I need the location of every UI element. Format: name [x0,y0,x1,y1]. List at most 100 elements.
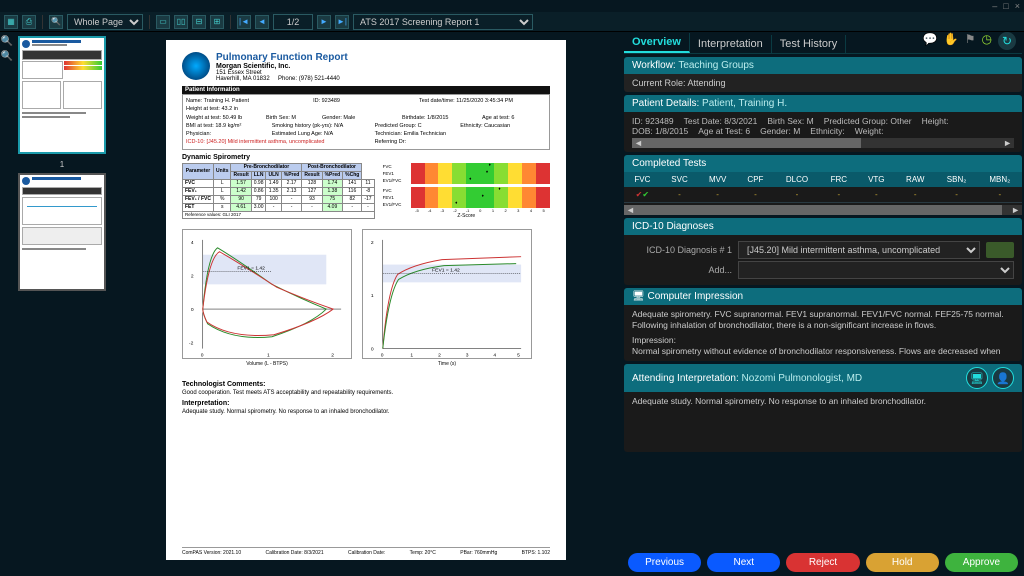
reject-button[interactable]: Reject [786,553,859,572]
previous-button[interactable]: Previous [628,553,701,572]
report-page-1: Pulmonary Function Report Morgan Scienti… [166,40,566,560]
report-org: Morgan Scientific, Inc. [216,63,348,70]
interpretation-text: Adequate study. Normal spirometry. No re… [182,409,550,415]
icd-add-label: Add... [632,265,732,275]
last-page-icon[interactable]: ►| [335,15,349,29]
interpretation-header: Interpretation: [182,400,550,407]
svg-text:3: 3 [466,352,469,358]
close-icon[interactable]: × [1015,1,1020,11]
zoom-out-icon[interactable]: 🔍 [1,51,13,62]
svg-text:4: 4 [191,239,194,245]
thumbnail-page-1-label: 1 [18,160,106,169]
svg-text:2: 2 [438,352,441,358]
current-role: Current Role: Attending [624,74,1022,92]
attending-text[interactable]: Adequate study. Normal spirometry. No re… [624,392,1022,452]
panel-tabs: Overview Interpretation Test History 💬 ✋… [624,32,1022,54]
detail-panel: Overview Interpretation Test History 💬 ✋… [622,32,1024,576]
icd-diagnosis-select[interactable]: [J45.20] Mild intermittent asthma, uncom… [738,241,980,259]
results-table: ParameterUnitsPre-BronchodilatorPost-Bro… [182,163,375,219]
svg-text:1: 1 [410,352,413,358]
next-button[interactable]: Next [707,553,780,572]
svg-text:FEV1 = 1.42: FEV1 = 1.42 [237,265,265,271]
tab-overview[interactable]: Overview [624,33,690,53]
timer-icon[interactable]: ◷ [982,32,992,50]
approve-button[interactable]: Approve [945,553,1018,572]
dynamic-spirometry-header: Dynamic Spirometry [182,154,550,161]
svg-text:1: 1 [371,293,374,299]
thumbnail-page-2[interactable] [18,173,106,291]
hold-button[interactable]: Hold [866,553,939,572]
patient-info-block: Name: Training H. PatientID: 923489Test … [182,94,550,150]
thumbnail-strip: 1 [14,32,110,576]
hand-icon[interactable]: ✋ [944,32,959,50]
thumbnail-page-1[interactable] [18,36,106,154]
zscore-chart: FVC♦ FEV1♦ EV1/FVC♦ FVC♦ FEV1♦ EV1/FVC♦ … [383,163,550,219]
completed-tests-table: FVCSVCMVVCPFDLCOFRCVTGRAWSBN₂MBN₂ ✔✔ ---… [624,172,1022,203]
tab-interpretation[interactable]: Interpretation [690,35,772,53]
svg-text:0: 0 [201,352,204,358]
svg-text:0: 0 [371,346,374,352]
print-icon[interactable]: ⎙ [22,15,36,29]
svg-text:2: 2 [191,273,194,279]
report-addr2: Haverhill, MA 01832 [216,76,270,82]
icd-apply-button[interactable] [986,242,1014,258]
thumbs-toggle-icon[interactable]: ▦ [4,15,18,29]
icd-diagnoses-section: ICD-10 Diagnoses ICD-10 Diagnosis # 1 [J… [624,218,1022,285]
volume-time-chart: FEV1 = 1.42 210 012345 Time (s) [362,229,532,367]
zoom-sidebar: 🔍 🔍 [0,32,14,576]
zoom-in-icon[interactable]: 🔍 [1,36,13,47]
company-logo [182,52,210,80]
completed-tests-section: Completed Tests FVCSVCMVVCPFDLCOFRCVTGRA… [624,155,1022,215]
test-status-row: ✔✔ --------- [624,187,1022,203]
display-icon[interactable]: 🖥 [966,367,988,389]
flow-volume-chart: FEV1 = 1.42 420-2 012 Volume (L - BTPS) [182,229,352,367]
continuous-icon[interactable]: ⊟ [192,15,206,29]
svg-text:FEV1 = 1.42: FEV1 = 1.42 [432,267,460,273]
viewer-toolbar: ▦ ⎙ 🔍 Whole Page ▭ ▯▯ ⊟ ⊞ |◄ ◄ ► ►| ATS … [0,12,1024,32]
impression-paragraph-1: Adequate spirometry. FVC supranormal. FE… [632,309,1014,331]
tab-test-history[interactable]: Test History [772,35,846,53]
svg-text:-2: -2 [189,340,194,346]
tech-comments-header: Technologist Comments: [182,381,550,388]
report-viewer: Pulmonary Function Report Morgan Scienti… [110,32,622,576]
window-titlebar: – □ × [0,0,1024,12]
icd-add-select[interactable] [738,261,1014,279]
icd-row-label: ICD-10 Diagnosis # 1 [632,245,732,255]
page-number-input[interactable] [273,14,313,30]
zoom-fit-icon[interactable]: 🔍 [49,15,63,29]
next-page-icon[interactable]: ► [317,15,331,29]
minimize-icon[interactable]: – [992,1,997,11]
user-icon[interactable]: 👤 [992,367,1014,389]
tests-scrollbar[interactable]: ◄► [624,205,1022,215]
single-page-icon[interactable]: ▭ [156,15,170,29]
refresh-icon[interactable]: ↻ [998,32,1016,50]
attending-interpretation-section: Attending Interpretation: Nozomi Pulmono… [624,364,1022,452]
workflow-action-bar: Previous Next Reject Hold Approve [624,549,1022,576]
svg-text:2: 2 [371,239,374,245]
report-template-select[interactable]: ATS 2017 Screening Report 1 [353,14,533,30]
monitor-icon: 🖥 [632,291,645,302]
tech-comments-text: Good cooperation. Test meets ATS accepta… [182,390,550,396]
svg-text:0: 0 [191,307,194,313]
zoom-mode-select[interactable]: Whole Page [67,14,143,30]
book-view-icon[interactable]: ⊞ [210,15,224,29]
details-scrollbar[interactable]: ◄► [632,138,1014,148]
svg-text:5: 5 [517,352,520,358]
facing-page-icon[interactable]: ▯▯ [174,15,188,29]
svg-text:2: 2 [331,352,334,358]
flag-icon[interactable]: ⚑ [965,32,976,50]
report-footer: ComPAS Version: 2021.10Calibration Date:… [182,547,550,556]
svg-text:1: 1 [267,352,270,358]
patient-details-section: Patient Details: Patient, Training H. ID… [624,95,1022,152]
comment-icon[interactable]: 💬 [923,32,938,50]
first-page-icon[interactable]: |◄ [237,15,251,29]
workflow-section: Workflow: Teaching Groups Current Role: … [624,57,1022,92]
prev-page-icon[interactable]: ◄ [255,15,269,29]
report-title: Pulmonary Function Report [216,52,348,63]
impression-paragraph-2: Normal spirometry without evidence of br… [632,346,1014,357]
svg-text:4: 4 [493,352,496,358]
report-phone: Phone: (978) 521-4440 [278,76,340,82]
patient-info-header: Patient Information [182,86,550,94]
maximize-icon[interactable]: □ [1003,1,1008,11]
computer-impression-section: 🖥 Computer Impression Adequate spirometr… [624,288,1022,361]
